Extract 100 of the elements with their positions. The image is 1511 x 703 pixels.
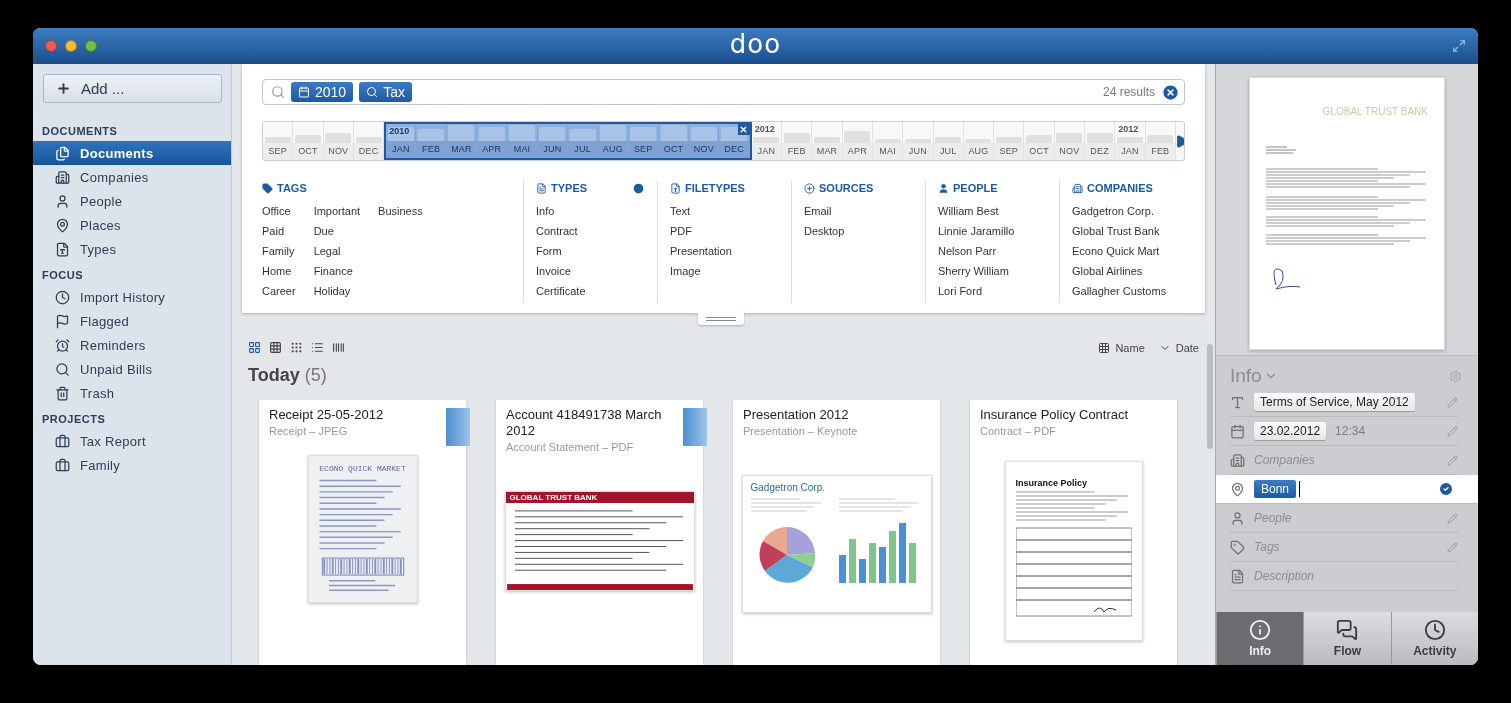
facet-item[interactable]: Finance bbox=[313, 263, 361, 283]
timeline-month[interactable]: OCT bbox=[293, 122, 324, 160]
sidebar-item[interactable]: Places bbox=[33, 213, 231, 237]
timeline-month[interactable]: JUN bbox=[537, 124, 568, 158]
facet-item[interactable]: Econo Quick Mart bbox=[1072, 243, 1167, 263]
facet-item[interactable]: Important bbox=[313, 203, 361, 223]
info-row[interactable]: 23.02.2012 12:34 bbox=[1230, 417, 1458, 446]
panel-tab[interactable]: Info bbox=[1216, 612, 1304, 665]
sidebar-item[interactable]: Family bbox=[33, 453, 231, 477]
facet-item[interactable]: Due bbox=[313, 223, 361, 243]
view-mode-icon[interactable] bbox=[311, 341, 324, 354]
view-mode-icon[interactable] bbox=[332, 341, 345, 354]
sidebar-item[interactable]: Companies bbox=[33, 165, 231, 189]
facet-item[interactable]: Form bbox=[536, 243, 586, 263]
facet-item[interactable]: Email bbox=[804, 203, 845, 223]
sort-button[interactable]: Name bbox=[1098, 341, 1145, 354]
facet-item[interactable]: Global Trust Bank bbox=[1072, 223, 1167, 243]
document-card[interactable]: Insurance Policy Contract Contract – PDF Insurance Policy bbox=[970, 400, 1177, 665]
facet-item[interactable]: Business bbox=[378, 203, 423, 223]
facet-item[interactable]: Holiday bbox=[313, 283, 361, 303]
timeline-month[interactable]: JUN bbox=[903, 122, 934, 160]
timeline-month[interactable]: 2010 JAN bbox=[386, 124, 417, 158]
facet-item[interactable]: PDF bbox=[670, 223, 732, 243]
timeline-month[interactable]: 2012 JAN bbox=[751, 122, 783, 160]
panel-tab[interactable]: Flow bbox=[1303, 612, 1391, 665]
facet-item[interactable]: Image bbox=[670, 263, 732, 283]
timeline-month[interactable]: APR bbox=[842, 122, 873, 160]
timeline-month[interactable]: OCT bbox=[658, 124, 690, 158]
view-mode-icon[interactable] bbox=[269, 341, 282, 354]
sidebar-item[interactable]: People bbox=[33, 189, 231, 213]
sidebar-item[interactable]: Unpaid Bills bbox=[33, 357, 231, 381]
timeline-month[interactable]: MAI bbox=[507, 124, 538, 158]
facet-item[interactable]: Presentation bbox=[670, 243, 732, 263]
timeline-month[interactable]: MAR bbox=[446, 124, 478, 158]
timeline-month[interactable]: SEP bbox=[994, 122, 1025, 160]
facet-item[interactable]: Lori Ford bbox=[938, 283, 1015, 303]
search-field[interactable]: 2010 Tax 24 results bbox=[262, 79, 1185, 105]
timeline-month[interactable]: DEZ bbox=[1085, 122, 1116, 160]
facet-item[interactable]: Home bbox=[262, 263, 296, 283]
timeline-month[interactable]: NOV bbox=[689, 124, 720, 158]
minimize-button[interactable] bbox=[65, 40, 77, 52]
timeline-month[interactable]: APR bbox=[477, 124, 508, 158]
scrollbar[interactable] bbox=[1207, 344, 1213, 449]
facet-item[interactable]: Sherry William bbox=[938, 263, 1015, 283]
timeline-month[interactable]: AUG bbox=[963, 122, 995, 160]
zoom-button[interactable] bbox=[85, 40, 97, 52]
timeline-month[interactable]: NOV bbox=[323, 122, 354, 160]
facet-item[interactable]: Gallagher Customs bbox=[1072, 283, 1167, 303]
facet-item[interactable]: Linnie Jaramillo bbox=[938, 223, 1015, 243]
facet-item[interactable]: Gadgetron Corp. bbox=[1072, 203, 1167, 223]
sort-button[interactable]: Date bbox=[1158, 341, 1199, 354]
sidebar-item[interactable]: Trash bbox=[33, 381, 231, 405]
confirm-icon[interactable] bbox=[1438, 481, 1454, 497]
search-token[interactable]: 2010 bbox=[291, 82, 354, 102]
timeline-month[interactable]: SEP bbox=[628, 124, 659, 158]
timeline-month[interactable]: DEC bbox=[719, 124, 750, 158]
timeline-month[interactable]: JUL bbox=[933, 122, 964, 160]
sidebar-item[interactable]: Types bbox=[33, 237, 231, 261]
info-row[interactable]: Terms of Service, May 2012 bbox=[1230, 388, 1458, 417]
sidebar-item[interactable]: Tax Report bbox=[33, 429, 231, 453]
fullscreen-icon[interactable] bbox=[1452, 39, 1466, 53]
clear-search-icon[interactable] bbox=[1161, 82, 1180, 102]
add-button[interactable]: Add ... bbox=[43, 74, 222, 103]
timeline-month[interactable]: MAI bbox=[872, 122, 904, 160]
sidebar-item[interactable]: Import History bbox=[33, 285, 231, 309]
timeline-month[interactable]: NOV bbox=[1054, 122, 1085, 160]
facet-item[interactable]: Family bbox=[262, 243, 296, 263]
facet-item[interactable]: Desktop bbox=[804, 223, 845, 243]
timeline-month[interactable]: AUG bbox=[598, 124, 629, 158]
facet-item[interactable]: Career bbox=[262, 283, 296, 303]
search-token[interactable]: Tax bbox=[359, 82, 412, 102]
sidebar-item[interactable]: Flagged bbox=[33, 309, 231, 333]
scroll-right-icon[interactable] bbox=[1175, 134, 1184, 148]
timeline-month[interactable]: FEB bbox=[1145, 122, 1176, 160]
panel-handle[interactable] bbox=[698, 313, 744, 325]
facet-item[interactable]: Nelson Parr bbox=[938, 243, 1015, 263]
facet-item[interactable]: Contract bbox=[536, 223, 586, 243]
sidebar-item[interactable]: Documents bbox=[33, 141, 231, 165]
timeline-month[interactable]: JUL bbox=[567, 124, 599, 158]
facet-item[interactable]: Office bbox=[262, 203, 296, 223]
timeline-month[interactable]: OCT bbox=[1024, 122, 1055, 160]
view-mode-icon[interactable] bbox=[290, 341, 303, 354]
timeline-selection[interactable]: 2010 JAN FEB MAR APR MAI JUN JUL AUG SEP OCT NOV DEC bbox=[384, 122, 752, 160]
facet-item[interactable]: Legal bbox=[313, 243, 361, 263]
facet-item[interactable]: William Best bbox=[938, 203, 1015, 223]
facet-item[interactable]: Info bbox=[536, 203, 586, 223]
facet-item[interactable]: Certificate bbox=[536, 283, 586, 303]
timeline-month[interactable]: SEP bbox=[263, 122, 294, 160]
sidebar-item[interactable]: Reminders bbox=[33, 333, 231, 357]
timeline-month[interactable]: MAR bbox=[812, 122, 843, 160]
document-card[interactable]: Presentation 2012 Presentation – Keynote Gadgetron Corp. bbox=[733, 400, 940, 665]
timeline-month[interactable]: FEB bbox=[416, 124, 447, 158]
view-mode-icon[interactable] bbox=[248, 341, 261, 354]
panel-tab[interactable]: Activity bbox=[1390, 612, 1478, 665]
facet-item[interactable]: Paid bbox=[262, 223, 296, 243]
timeline-month[interactable]: FEB bbox=[782, 122, 813, 160]
timeline-month[interactable]: 2012 JAN bbox=[1115, 122, 1146, 160]
timeline-month[interactable]: DEC bbox=[353, 122, 385, 160]
close-button[interactable] bbox=[45, 40, 57, 52]
facet-item[interactable]: Invoice bbox=[536, 263, 586, 283]
